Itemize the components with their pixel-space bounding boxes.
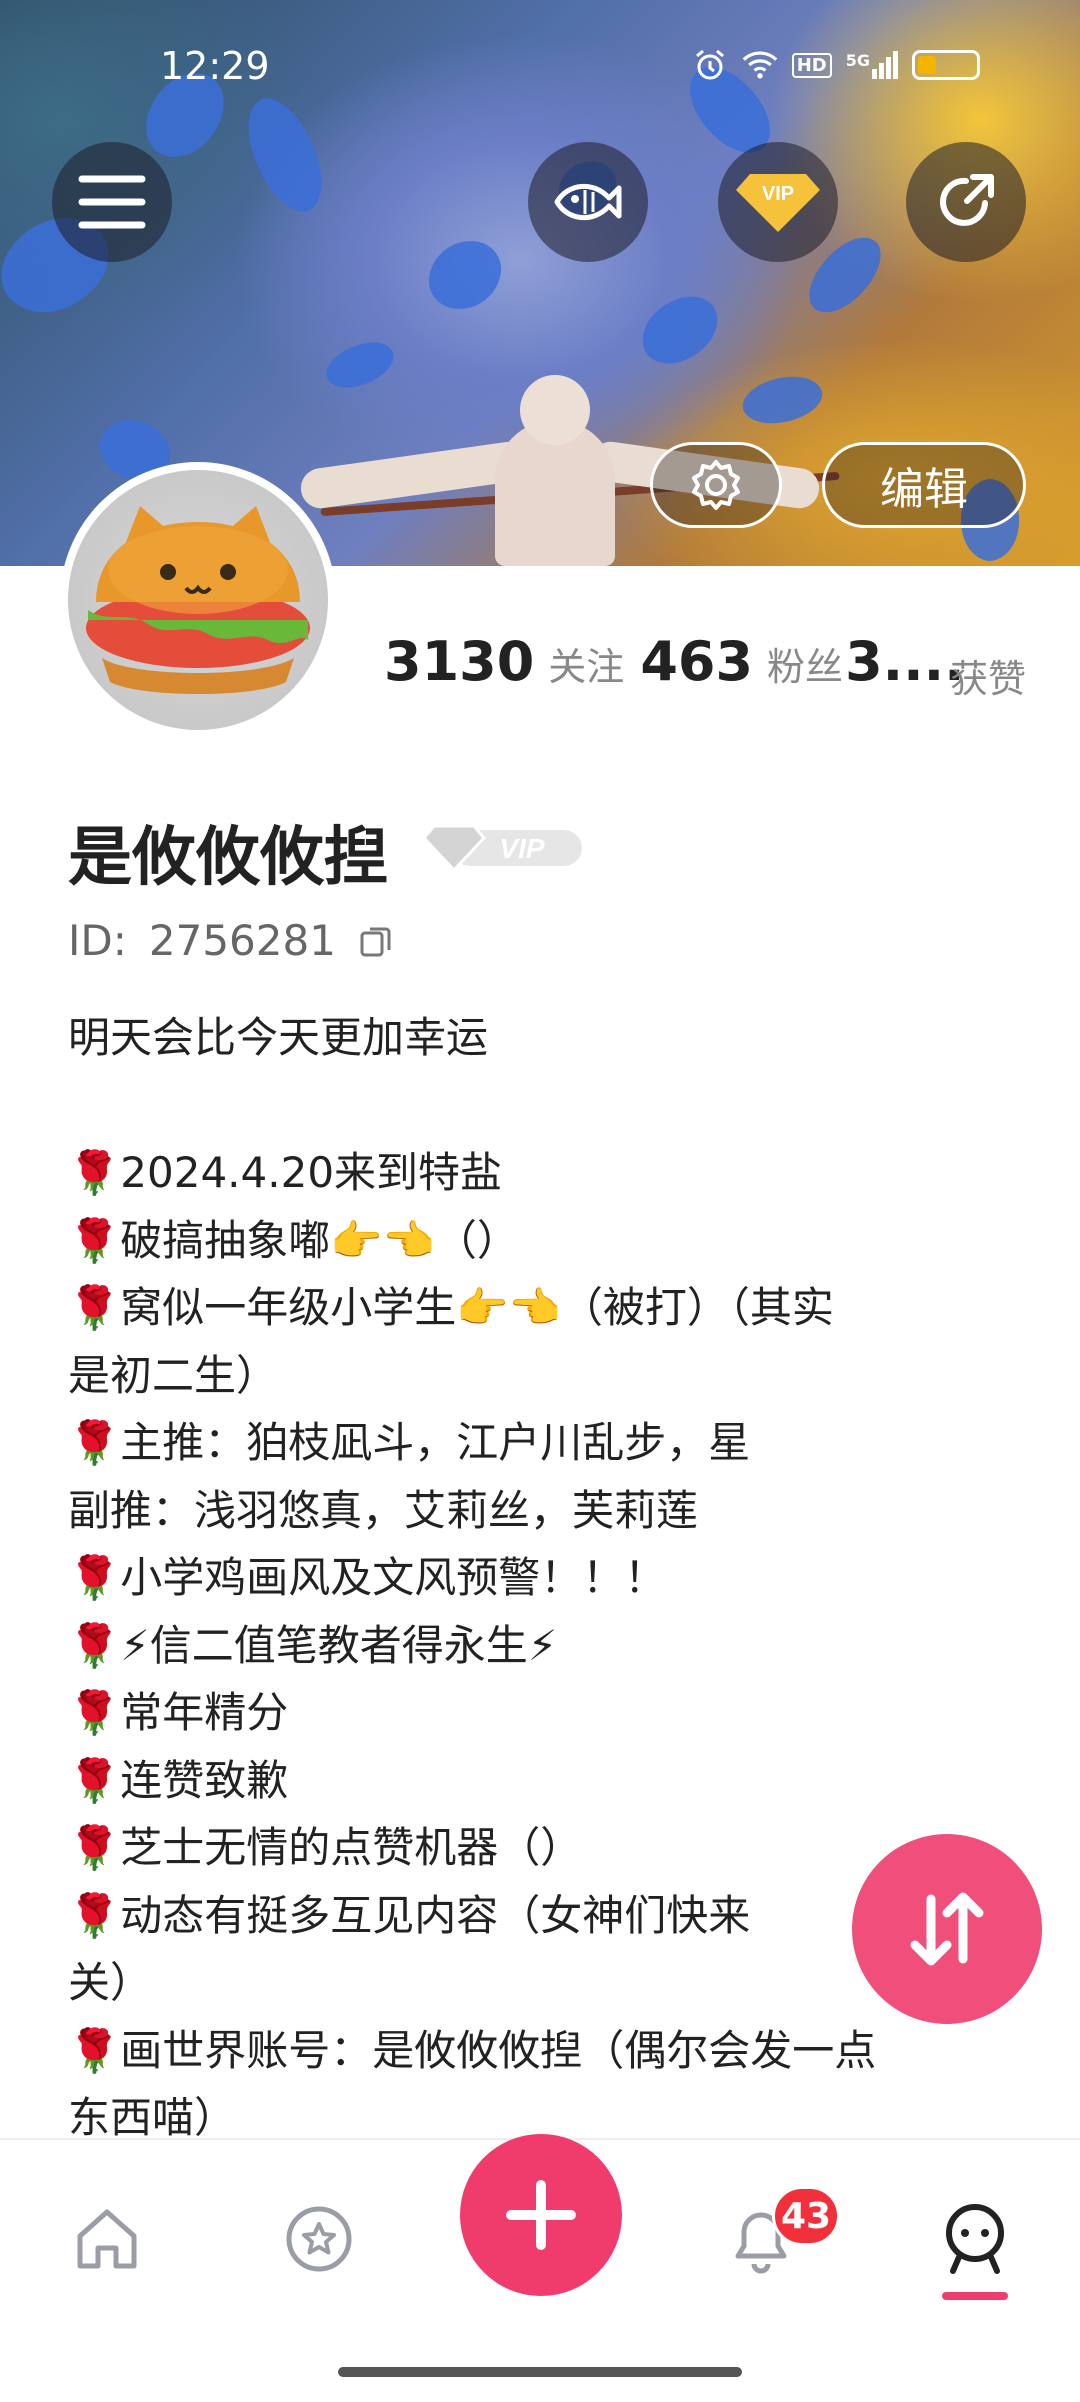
nav-profile[interactable]	[930, 2194, 1020, 2284]
bio-line: 🌹常年精分	[68, 1688, 289, 1737]
hd-indicator: HD	[791, 52, 832, 78]
bio-line: 副推：浅羽悠真，艾莉丝，芙莉莲	[68, 1485, 699, 1535]
star-icon	[286, 2206, 352, 2272]
wifi-icon	[742, 48, 778, 82]
network-indicator: 5G	[846, 51, 898, 79]
vip-button[interactable]: VIP	[718, 142, 838, 262]
likes-label[interactable]: 获赞	[950, 648, 1026, 703]
avatar[interactable]	[60, 462, 336, 738]
hamburger-icon	[78, 175, 146, 229]
likes-count[interactable]: 3....	[845, 630, 965, 693]
notification-badge: 43	[772, 2186, 841, 2246]
id-label: ID:	[68, 916, 127, 965]
share-button[interactable]	[906, 142, 1026, 262]
switch-account-fab[interactable]	[852, 1834, 1042, 2024]
status-time: 12:29	[160, 44, 270, 88]
home-indicator[interactable]	[338, 2367, 742, 2377]
nav-favorites[interactable]	[274, 2194, 364, 2284]
bio-line: 🌹2024.4.20来到特盐	[68, 1148, 503, 1197]
edit-label: 编辑	[880, 464, 968, 515]
bottom-nav: 43	[0, 2134, 1080, 2402]
svg-text:VIP: VIP	[499, 833, 544, 864]
avatar-image	[86, 506, 310, 694]
fish-button[interactable]	[528, 142, 648, 262]
bio-line: 🌹小学鸡画风及文风预警！！！	[68, 1553, 667, 1602]
add-icon	[506, 2180, 576, 2250]
nav-home[interactable]	[62, 2194, 152, 2284]
profile-stats: 3130 关注 463 粉丝 3....	[384, 630, 1024, 710]
profile-name: 是攸攸攸揑	[68, 821, 388, 895]
share-icon	[940, 174, 994, 226]
bio-line: 明天会比今天更加幸运	[68, 1013, 489, 1062]
settings-button[interactable]	[650, 442, 782, 528]
active-tab-indicator	[942, 2292, 1008, 2300]
bio-line	[68, 1072, 1008, 1140]
following-label[interactable]: 关注	[548, 636, 624, 691]
followers-label[interactable]: 粉丝	[767, 636, 843, 691]
bio-line: 🌹破搞抽象嘟👉👈（）	[68, 1215, 519, 1265]
bio-line: 🌹连赞致歉	[68, 1755, 289, 1805]
bio-line: 🌹⚡信二值笔教者得永生⚡	[68, 1620, 558, 1670]
menu-button[interactable]	[52, 142, 172, 262]
user-id-row: ID: 2756281	[68, 916, 396, 965]
gear-icon	[692, 460, 740, 510]
svg-text:VIP: VIP	[762, 183, 794, 205]
vip-diamond-icon: VIP	[736, 174, 820, 232]
home-icon	[77, 2209, 137, 2269]
copy-icon[interactable]	[356, 921, 396, 961]
battery-icon	[912, 50, 980, 80]
bio-line: 🌹画世界账号：是攸攸攸揑（偶尔会发一点	[68, 2025, 877, 2075]
following-count[interactable]: 3130	[384, 630, 534, 693]
id-value: 2756281	[148, 916, 336, 965]
followers-count[interactable]: 463	[640, 630, 753, 693]
status-bar: 12:29 HD 5G	[0, 0, 1080, 130]
bio-line: 🌹主推：狛枝凪斗，江户川乱步，星	[68, 1418, 751, 1467]
edit-profile-button[interactable]: 编辑	[822, 442, 1026, 528]
alarm-icon	[692, 48, 728, 82]
vip-badge[interactable]: VIP	[422, 820, 586, 876]
bio-line: 🌹芝士无情的点赞机器（）	[68, 1823, 583, 1872]
fish-icon	[554, 183, 622, 221]
profile-icon	[946, 2204, 1004, 2274]
bio-line: 是初二生）	[68, 1350, 279, 1400]
swap-arrows-icon	[910, 1892, 984, 1966]
bio-line: 🌹窝似一年级小学生👉👈（被打）（其实	[68, 1283, 834, 1332]
nav-add-button[interactable]	[460, 2134, 622, 2296]
